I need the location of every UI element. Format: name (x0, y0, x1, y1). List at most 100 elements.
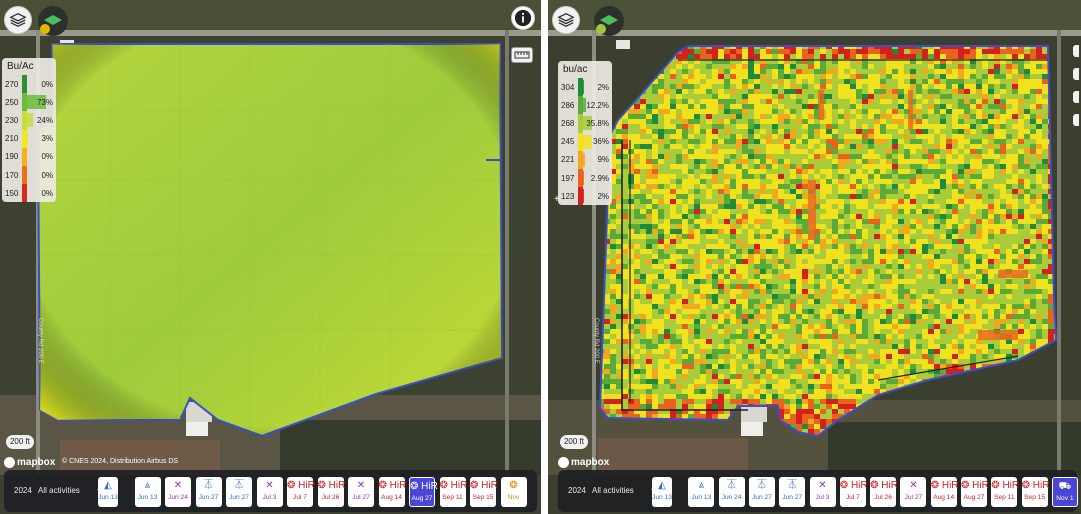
info-button[interactable] (511, 6, 535, 30)
legend-percent: 2% (597, 191, 609, 201)
timeline-chip[interactable]: ⏄ Jun 27 (748, 477, 775, 507)
thumbnail-status-dot (596, 24, 606, 34)
activity-date: Sep 11 (994, 494, 1015, 501)
activity-date: Aug 14 (381, 494, 402, 501)
timeline-chip[interactable]: ❂ HiR Sep 11 (439, 477, 467, 507)
legend-row: 170 0% (2, 165, 56, 185)
activity-icon: ⏄ (726, 480, 737, 491)
legend-row: 190 0% (2, 147, 56, 166)
left-satellite-map[interactable] (0, 0, 541, 514)
timeline-chip[interactable]: ❂ HiR Aug 27 (409, 477, 438, 507)
timeline-chip[interactable]: ✕ Jul 3 (809, 477, 836, 507)
right-map-panel[interactable]: County Rd 200 E bu/ac 304 2% 286 12.2% 268 35… (548, 0, 1081, 514)
timeline-chip[interactable]: ⩓ Jun 13 (688, 477, 715, 507)
activity-date: Sep 15 (1024, 494, 1046, 501)
timeline-year[interactable]: 2024 (14, 486, 32, 495)
side-tool-button[interactable] (1073, 68, 1079, 80)
activity-filter[interactable]: All activities (38, 486, 80, 495)
activity-icon: ✕ (356, 480, 366, 491)
activity-date: Jun 24 (721, 494, 742, 501)
activity-icon: ❂ HiR (470, 480, 498, 491)
timeline-chip[interactable]: ❂ HiR Sep 15 (470, 477, 498, 507)
legend-value: 170 (5, 170, 19, 180)
activity-date: Sep 15 (472, 494, 494, 501)
activity-icon: ❂ HiR (317, 480, 346, 491)
timeline-chip[interactable]: ❂ HiR Aug 27 (961, 477, 989, 507)
timeline-chip[interactable]: ❂ Nov (500, 477, 527, 507)
side-tool-button[interactable] (1073, 114, 1079, 126)
mapbox-logo-icon (558, 457, 569, 468)
timeline-year[interactable]: 2024 (568, 486, 586, 495)
activity-icon: ❂ HiR (961, 480, 989, 491)
legend-row: 304 2% (558, 78, 612, 97)
timeline-chip[interactable]: ❂ HiR Jul 26 (317, 477, 346, 507)
timeline-chip[interactable]: ❂ HiR Sep 15 (1021, 477, 1049, 507)
activity-date: Jun 13 (98, 494, 118, 501)
activity-icon: ❂ HiR (287, 480, 315, 491)
side-tool-button[interactable] (1073, 45, 1079, 57)
side-tool-button[interactable] (1073, 91, 1079, 103)
timeline-chip[interactable]: ⏄ Jun 24 (718, 477, 745, 507)
right-yield-map[interactable] (548, 0, 1081, 514)
timeline-chip[interactable]: ✕ Jul 27 (348, 477, 374, 507)
timeline-chip[interactable]: ❂ HiR Sep 11 (991, 477, 1019, 507)
field-thumbnail-button[interactable] (38, 6, 68, 36)
legend-percent: 36% (592, 137, 609, 147)
layers-button[interactable] (4, 6, 32, 34)
scale-indicator: 200 ft (6, 435, 34, 449)
legend-row: 150 0% (2, 184, 56, 203)
timeline-chip[interactable]: ◭ Jun 13 (652, 477, 672, 507)
timeline-chip[interactable]: ❂ HiR Aug 14 (378, 477, 407, 507)
plus-icon[interactable]: + (554, 194, 560, 205)
road-label: County Rd 200 E (593, 318, 599, 364)
mapbox-logo[interactable]: mapbox (558, 456, 609, 469)
timeline-chip[interactable]: ⛟ Nov 1 (1051, 477, 1078, 507)
legend-row: 221 9% (558, 150, 612, 169)
activity-date: Sep 11 (442, 494, 463, 501)
mapbox-logo-icon (4, 457, 15, 468)
field-thumbnail-button[interactable] (594, 6, 624, 36)
timeline-chip[interactable]: ⩓ Jun 13 (134, 477, 161, 507)
activity-icon: ◭ (658, 480, 666, 491)
timeline-chip[interactable]: ✕ Jul 3 (256, 477, 283, 507)
legend-value: 210 (5, 134, 19, 144)
activity-filter[interactable]: All activities (592, 486, 634, 495)
activity-icon: ❂ HiR (930, 480, 959, 491)
timeline-chip[interactable]: ✕ Jun 24 (165, 477, 191, 507)
activity-icon: ⏄ (203, 480, 214, 491)
timeline-chip[interactable]: ❂ HiR Jul 26 (870, 477, 898, 507)
activity-date: Jul 3 (815, 494, 830, 501)
timeline-chip[interactable]: ⏄ Jun 27 (195, 477, 222, 507)
mapbox-logo[interactable]: mapbox (4, 456, 55, 469)
ruler-icon (514, 51, 530, 59)
left-map-panel[interactable]: County Rd 200 E Bu/Ac 270 0% 250 73% 230 24% 2… (0, 0, 541, 514)
activity-icon: ✕ (265, 480, 274, 491)
activity-icon: ⏄ (234, 480, 244, 491)
activity-icon: ❂ HiR (378, 480, 407, 491)
legend-swatch (22, 165, 27, 185)
activity-date: Jun 27 (782, 494, 803, 501)
legend-value: 123 (561, 191, 575, 201)
legend-percent: 0% (41, 170, 53, 180)
timeline-chip[interactable]: ✕ Jul 27 (900, 477, 927, 507)
activity-date: Aug 14 (933, 494, 955, 501)
legend-share-bar (27, 113, 34, 128)
activity-date: Jul 3 (262, 494, 277, 501)
activity-timeline: 2024 All activities ‹ ◭Jun 13⩓Jun 13✕Jun… (4, 470, 537, 512)
activity-date: Jul 7 (845, 494, 860, 501)
ruler-button[interactable] (511, 47, 533, 63)
layers-icon (9, 12, 27, 28)
timeline-chip[interactable]: ❂ HiR Jul 7 (839, 477, 868, 507)
activity-date: Nov (507, 494, 520, 501)
layers-button[interactable] (552, 6, 580, 34)
legend-percent: 9% (597, 155, 609, 165)
legend-value: 286 (561, 100, 575, 110)
activity-date: Jul 7 (293, 494, 307, 501)
timeline-chip[interactable]: ⏄ Jun 27 (779, 477, 806, 507)
timeline-chip[interactable]: ❂ HiR Jul 7 (287, 477, 315, 507)
timeline-chip[interactable]: ⏄ Jun 27 (226, 477, 252, 507)
timeline-chip[interactable]: ◭ Jun 13 (98, 477, 118, 507)
yield-legend: bu/ac 304 2% 286 12.2% 268 35.8% 245 36% 221 9% 19… (558, 61, 612, 206)
legend-percent: 0% (41, 79, 53, 89)
timeline-chip[interactable]: ❂ HiR Aug 14 (930, 477, 959, 507)
